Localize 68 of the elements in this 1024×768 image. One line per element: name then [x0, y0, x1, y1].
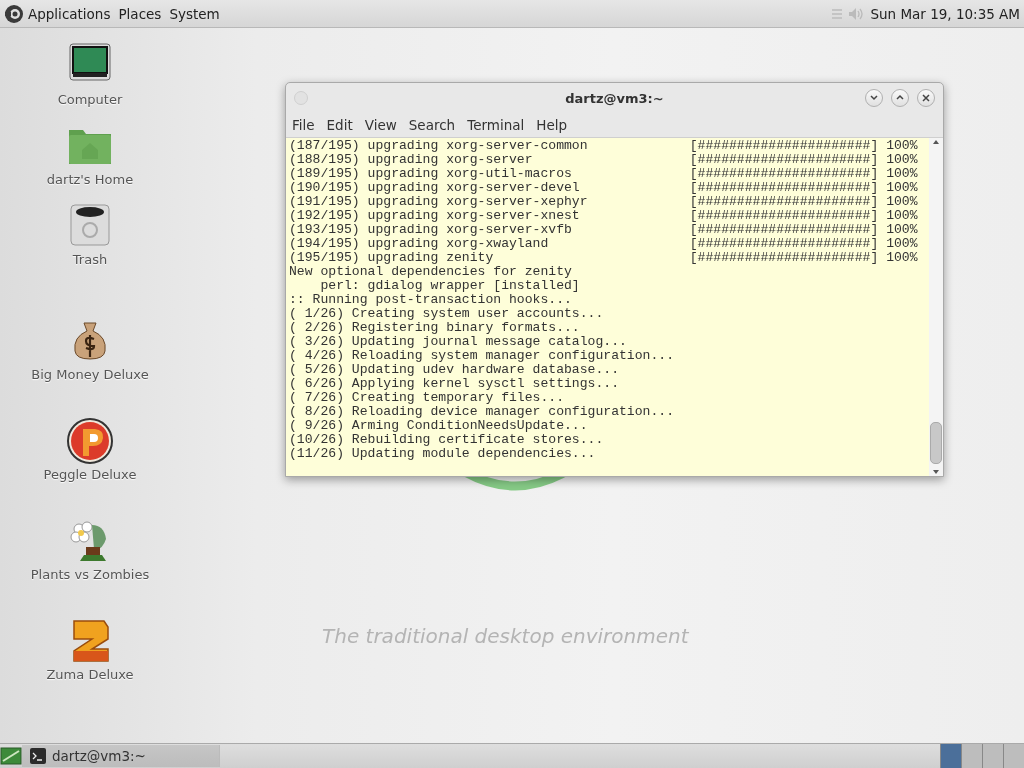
terminal-line: ( 4/26) Reloading system manager configuration... [289, 349, 676, 363]
terminal-line: ( 7/26) Creating temporary files... [289, 391, 565, 405]
terminal-line: perl: gdialog wrapper [installed] [319, 279, 581, 293]
distro-logo-icon[interactable] [4, 3, 24, 24]
terminal-line: (189/195) upgrading xorg-util-macros [289, 167, 573, 181]
workspace-button[interactable] [1003, 744, 1024, 768]
tagline-text: The traditional desktop environment [322, 624, 689, 648]
progress-text: [######################] 100% [689, 195, 919, 209]
close-button[interactable] [917, 89, 935, 107]
terminal-icon [30, 748, 46, 764]
terminal-line: ( 5/26) Updating udev hardware database... [289, 363, 621, 377]
show-desktop-icon[interactable] [0, 746, 22, 766]
icon-label[interactable]: Computer [57, 92, 123, 107]
scroll-up-icon[interactable] [932, 138, 940, 146]
workspace-button[interactable] [982, 744, 1003, 768]
menu-item[interactable]: Search [402, 117, 462, 133]
terminal-line: ( 9/26) Arming ConditionNeedsUpdate... [289, 419, 589, 433]
icon-label[interactable]: Plants vs Zombies [30, 567, 150, 582]
icon-label[interactable]: Zuma Deluxe [46, 667, 134, 682]
icon-label[interactable]: Big Money Deluxe [31, 367, 149, 382]
terminal-line: New optional dependencies for zenity [289, 265, 573, 279]
ball-icon[interactable] [66, 417, 114, 465]
menu-item[interactable]: File [286, 117, 321, 133]
progress-text: [######################] 100% [689, 223, 919, 237]
chevron-down-icon [869, 93, 879, 103]
progress-text: [######################] 100% [689, 153, 919, 167]
terminal-line: (194/195) upgrading xorg-xwayland [289, 237, 550, 251]
terminal-line: :: Running post-transaction hooks... [289, 293, 573, 307]
terminal-line: (187/195) upgrading xorg-server-common [289, 139, 589, 153]
progress-text: [######################] 100% [689, 237, 919, 251]
terminal-line: ( 6/26) Applying kernel sysctl settings... [289, 377, 621, 391]
scrollbar[interactable] [929, 138, 943, 476]
progress-text: [######################] 100% [689, 139, 919, 153]
terminal-line: (195/195) upgrading zenity [289, 251, 495, 265]
panel-menu[interactable]: Places [118, 3, 162, 24]
scroll-down-icon[interactable] [932, 468, 940, 476]
terminal-line: ( 8/26) Reloading device manager configuration... [289, 405, 676, 419]
menu-item[interactable]: View [358, 117, 403, 133]
minimize-button[interactable] [865, 89, 883, 107]
progress-text: [######################] 100% [689, 181, 919, 195]
terminal-line: (188/195) upgrading xorg-server [289, 153, 534, 167]
scrollbar-thumb[interactable] [930, 422, 942, 464]
terminal-line: ( 3/26) Updating journal message catalog... [289, 335, 628, 349]
terminal-line: (191/195) upgrading xorg-server-xephyr [289, 195, 589, 209]
progress-text: [######################] 100% [689, 251, 919, 265]
clock[interactable]: Sun Mar 19, 10:35 AM [870, 5, 1020, 22]
menu-item[interactable]: Help [530, 117, 574, 133]
terminal-line: (190/195) upgrading xorg-server-devel [289, 181, 581, 195]
icon-label[interactable]: dartz's Home [46, 172, 134, 187]
taskbar-button[interactable]: dartz@vm3:~ [22, 745, 220, 767]
terminal-line: (11/26) Updating module dependencies... [289, 447, 597, 461]
close-icon [921, 93, 931, 103]
progress-text: [######################] 100% [689, 209, 919, 223]
menu-item[interactable]: Terminal [461, 117, 531, 133]
window-title: dartz@vm3:~ [565, 90, 664, 106]
panel-menu[interactable]: Applications [28, 3, 111, 24]
icon-label[interactable]: Peggle Deluxe [43, 467, 137, 482]
workspace-button[interactable] [961, 744, 982, 768]
icon-label[interactable]: Trash [72, 252, 108, 267]
menu-item[interactable]: Edit [320, 117, 359, 133]
terminal-line: ( 2/26) Registering binary formats... [289, 321, 581, 335]
panel-menu[interactable]: System [169, 3, 220, 24]
terminal-line: ( 1/26) Creating system user accounts... [289, 307, 605, 321]
maximize-button[interactable] [891, 89, 909, 107]
terminal-line: (10/26) Rebuilding certificate stores... [289, 433, 605, 447]
progress-text: [######################] 100% [689, 167, 919, 181]
terminal-line: (193/195) upgrading xorg-server-xvfb [289, 223, 573, 237]
terminal-line: (192/195) upgrading xorg-server-xnest [289, 209, 581, 223]
